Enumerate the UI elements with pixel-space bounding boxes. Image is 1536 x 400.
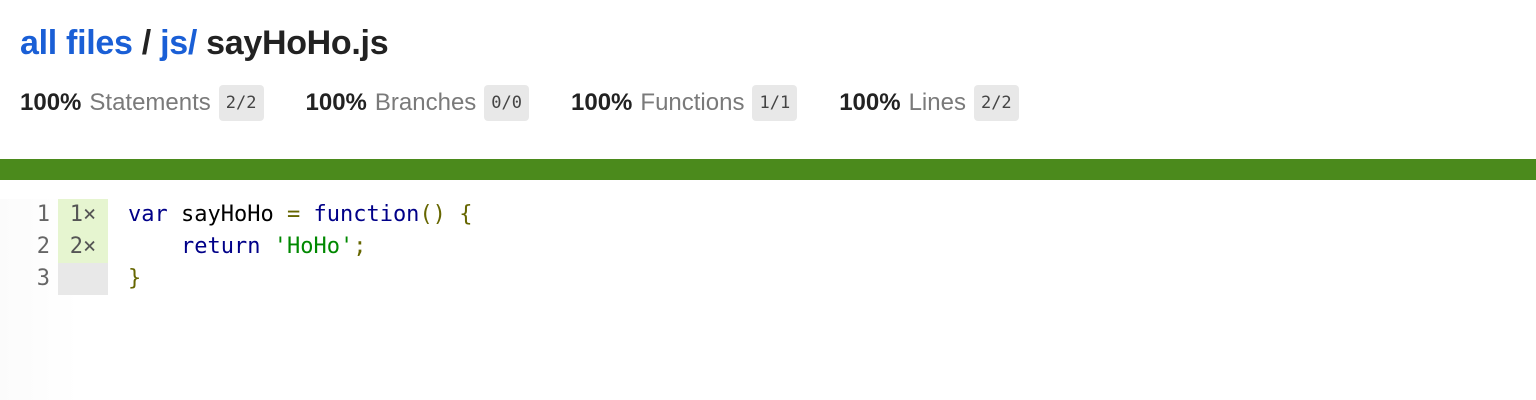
functions-percent: 100% [571,89,633,116]
coverage-header: all files / js/ sayHoHo.js 100% Statemen… [0,0,1536,140]
code-token: 'HoHo' [273,234,354,259]
hit-count: 2× [58,231,108,263]
functions-fraction: 1/1 [752,85,798,121]
coverage-status-bar [0,159,1536,180]
line-number: 1 [36,202,50,227]
branches-percent: 100% [305,89,367,116]
breadcrumb: all files / js/ sayHoHo.js [20,20,1516,66]
statements-percent: 100% [20,89,82,116]
code-listing: 1 1× var sayHoHo = function() { 2 2× ret… [0,199,1536,400]
functions-label: Functions [640,89,745,116]
code-token: function [313,202,420,227]
code-line: 1 1× var sayHoHo = function() { [0,199,1536,231]
line-number: 3 [36,266,50,291]
file-name: sayHoHo.js [206,24,389,62]
hit-count: 1× [58,199,108,231]
branches-label: Branches [374,89,477,116]
code-token: = [286,202,301,227]
source-code: var sayHoHo = function() { [108,199,472,231]
code-token: return [180,234,261,259]
statements-stat: 100% Statements 2/2 [20,85,264,121]
branches-fraction: 0/0 [484,85,530,121]
statements-label: Statements [89,89,211,116]
lines-fraction: 2/2 [973,85,1019,121]
lines-label: Lines [908,89,966,116]
coverage-summary: 100% Statements 2/2 100% Branches 0/0 10… [20,85,1516,121]
line-number: 2 [36,234,50,259]
lines-stat: 100% Lines 2/2 [839,85,1019,121]
code-token: () [419,202,446,227]
code-token: sayHoHo [167,202,287,227]
breadcrumb-separator: / [141,24,151,62]
branches-stat: 100% Branches 0/0 [306,85,530,121]
all-files-link[interactable]: all files [20,24,133,62]
functions-stat: 100% Functions 1/1 [571,85,798,121]
js-folder-link[interactable]: js/ [160,24,197,62]
code-token: { [459,202,473,227]
code-token: var [128,202,168,227]
statements-fraction: 2/2 [218,85,264,121]
code-token: ; [353,234,367,259]
source-code: return 'HoHo'; [108,231,366,263]
hit-count [58,263,108,295]
code-line: 3 } [0,263,1536,295]
code-token: } [128,266,142,291]
code-line: 2 2× return 'HoHo'; [0,231,1536,263]
lines-percent: 100% [839,89,901,116]
source-code: } [108,263,141,295]
